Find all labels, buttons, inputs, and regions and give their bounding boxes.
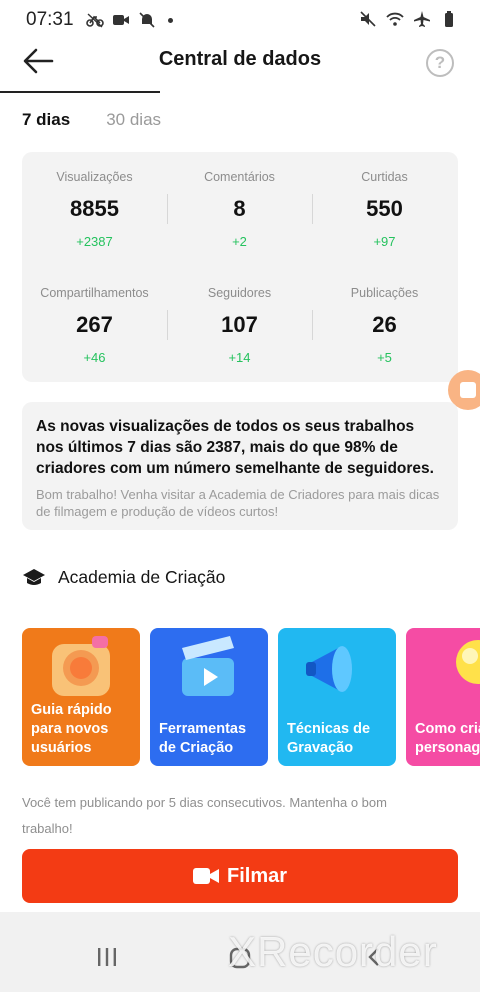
stat-label: Compartilhamentos: [40, 286, 149, 300]
battery-icon: [445, 11, 453, 27]
header: Central de dados ?: [0, 40, 480, 84]
megaphone-illustration: [306, 646, 352, 692]
card-label: Como cria personag: [415, 721, 480, 756]
film-button[interactable]: Filmar: [22, 849, 458, 903]
stat-delta: +46: [83, 350, 106, 365]
stat-comments[interactable]: Comentários 8 +2: [167, 170, 312, 249]
academy-title: Academia de Criação: [58, 566, 226, 587]
insight-subtext: Bom trabalho! Venha visitar a Academia d…: [36, 487, 440, 519]
tab-7-days[interactable]: 7 dias: [22, 110, 70, 130]
record-icon: [460, 382, 476, 398]
stat-value: 8: [233, 196, 246, 221]
card-character-creation[interactable]: Como cria personag: [406, 628, 480, 766]
stat-label: Publicações: [350, 286, 419, 300]
stat-label: Curtidas: [361, 170, 408, 184]
status-right-icons: [359, 10, 458, 28]
stat-delta: +14: [228, 350, 251, 365]
insight-text: As novas visualizações de todos os seus …: [36, 416, 446, 479]
wifi-icon: [386, 12, 404, 26]
video-camera-icon: [192, 868, 219, 884]
streak-text: Você tem publicando por 5 dias consecuti…: [22, 795, 387, 836]
stat-followers[interactable]: Seguidores 107 +14: [167, 286, 312, 365]
insight-card: As novas visualizações de todos os seus …: [22, 402, 458, 530]
status-time: 07:31: [26, 9, 74, 30]
stat-label: Seguidores: [207, 286, 272, 300]
tab-30-days[interactable]: 30 dias: [106, 110, 161, 130]
recent-apps-icon[interactable]: [96, 947, 118, 967]
academy-header: Academia de Criação: [22, 566, 225, 588]
clapperboard-illustration: [182, 636, 234, 696]
film-button-label: Filmar: [226, 864, 288, 887]
video-camera-icon: [113, 15, 129, 25]
lightbulb-illustration: [456, 640, 480, 684]
stat-shares[interactable]: Compartilhamentos 267 +46: [22, 286, 167, 365]
recorder-watermark: XRecorder: [228, 928, 438, 975]
card-label: Guia rápido para novos usuários: [31, 702, 112, 756]
tab-divider: [0, 91, 160, 93]
stat-views[interactable]: Visualizações 8855 +2387: [22, 170, 167, 249]
stat-delta: +97: [373, 234, 396, 249]
stat-value: 26: [372, 312, 397, 337]
page-title: Central de dados: [158, 48, 322, 70]
card-label: Ferramentas de Criação: [159, 721, 247, 756]
insight-percent: 98%: [344, 439, 376, 456]
airplane-mode-icon: [414, 11, 430, 27]
status-bar: 07:31: [0, 0, 480, 40]
stat-value: 107: [221, 312, 258, 337]
help-icon[interactable]: ?: [426, 49, 454, 77]
camera-illustration: [52, 636, 110, 696]
mute-icon: [360, 11, 376, 27]
stats-card: Visualizações 8855 +2387 Comentários 8 +…: [22, 152, 458, 382]
insight-part: , mais do que: [241, 439, 345, 456]
stat-delta: +2387: [76, 234, 113, 249]
stat-value: 550: [366, 196, 403, 221]
stat-delta: +5: [377, 350, 392, 365]
period-tabs: 7 dias 30 dias: [22, 110, 161, 130]
bike-icon: [86, 13, 104, 28]
stat-value: 267: [76, 312, 113, 337]
stat-likes[interactable]: Curtidas 550 +97: [312, 170, 457, 249]
notification-dot: [168, 17, 173, 23]
status-left-icons: [86, 11, 173, 29]
stat-label: Visualizações: [56, 170, 133, 184]
card-creation-tools[interactable]: Ferramentas de Criação: [150, 628, 268, 766]
card-quick-guide[interactable]: Guia rápido para novos usuários: [22, 628, 140, 766]
mute-notification-icon: [139, 12, 155, 28]
graduation-cap-icon: [23, 569, 45, 585]
stat-delta: +2: [232, 234, 247, 249]
stat-value: 8855: [70, 196, 119, 221]
insight-views: 2387: [206, 439, 242, 456]
stat-posts[interactable]: Publicações 26 +5: [312, 286, 457, 365]
academy-cards: Guia rápido para novos usuários Ferramen…: [22, 628, 480, 768]
stat-label: Comentários: [204, 170, 275, 184]
card-recording-techniques[interactable]: Técnicas de Gravação: [278, 628, 396, 766]
card-label: Técnicas de Gravação: [287, 721, 371, 756]
